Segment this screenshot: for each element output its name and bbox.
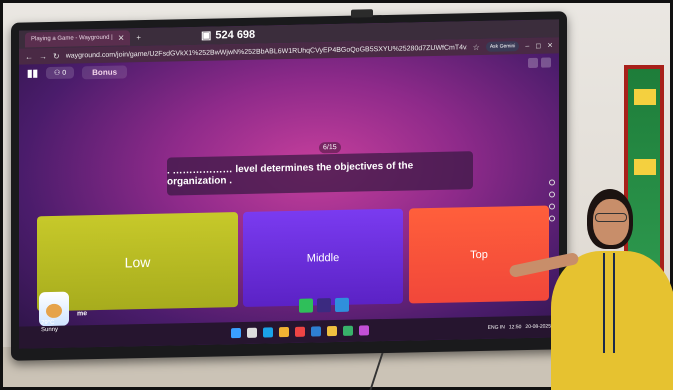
powerup-icon[interactable] bbox=[335, 297, 349, 313]
powerup-icon[interactable] bbox=[317, 298, 331, 313]
answer-option-middle[interactable]: Middle bbox=[243, 208, 403, 307]
question-progress: 6/15 bbox=[319, 141, 341, 154]
search-icon[interactable] bbox=[247, 327, 257, 338]
app-icon[interactable] bbox=[295, 326, 305, 337]
powerup-icon[interactable] bbox=[299, 298, 313, 313]
folder-icon[interactable] bbox=[327, 325, 337, 337]
weather-widget[interactable]: 29°C Sunny bbox=[41, 320, 58, 334]
windows-taskbar: 29°C Sunny ENG IN 12:50 20-08-2025 bbox=[19, 315, 559, 349]
answer-options: Low Middle Top bbox=[37, 205, 559, 312]
edge-icon[interactable] bbox=[263, 327, 273, 338]
maximize-icon[interactable]: ◻ bbox=[535, 42, 541, 50]
bonus-label: Bonus bbox=[82, 64, 128, 79]
join-code: 524 698 bbox=[215, 28, 256, 42]
weather-desc: Sunny bbox=[41, 326, 59, 334]
tab-title: Playing a Game - Wayground | bbox=[31, 34, 113, 43]
browser-tab[interactable]: Playing a Game - Wayground | ✕ bbox=[25, 29, 131, 48]
language-indicator[interactable]: ENG IN bbox=[488, 324, 505, 330]
smart-board-monitor: Playing a Game - Wayground | ✕ + ▣ 524 6… bbox=[11, 9, 567, 361]
tool-icon[interactable] bbox=[549, 179, 555, 186]
windows-start-icon[interactable] bbox=[231, 328, 241, 339]
player-name: me bbox=[77, 310, 88, 318]
minimize-icon[interactable]: – bbox=[525, 42, 529, 49]
app-icon[interactable] bbox=[359, 325, 369, 336]
user-icon: ⚇ bbox=[54, 69, 63, 77]
glasses bbox=[595, 213, 627, 222]
ask-gemini-button[interactable]: Ask Gemini bbox=[485, 41, 520, 52]
power-ups bbox=[299, 297, 349, 313]
system-tray: ENG IN 12:50 20-08-2025 bbox=[488, 324, 551, 331]
answer-option-top[interactable]: Top bbox=[409, 205, 549, 304]
reload-icon[interactable]: ↻ bbox=[53, 51, 60, 60]
taskbar-apps bbox=[231, 325, 369, 339]
webcam bbox=[351, 9, 373, 18]
plus-icon[interactable]: + bbox=[136, 33, 141, 42]
classroom-photo: Playing a Game - Wayground | ✕ + ▣ 524 6… bbox=[0, 0, 673, 390]
board-note bbox=[634, 159, 656, 175]
star-icon[interactable]: ☆ bbox=[473, 43, 480, 52]
wayground-logo: ▮▮ bbox=[27, 67, 39, 79]
id-lanyard bbox=[603, 253, 615, 353]
score-badge: ⚇ 0 bbox=[46, 66, 75, 80]
window-close-icon[interactable]: ✕ bbox=[547, 41, 553, 49]
board-note bbox=[634, 89, 656, 105]
fullscreen-icon[interactable] bbox=[541, 57, 551, 68]
header-controls bbox=[528, 57, 551, 68]
menu-icon[interactable] bbox=[528, 57, 538, 68]
app-icon[interactable] bbox=[311, 326, 321, 337]
score-value: 0 bbox=[62, 69, 67, 77]
question-text: . ……………… level determines the objectives… bbox=[167, 151, 473, 196]
student-presenter bbox=[508, 189, 673, 390]
monitor-screen: Playing a Game - Wayground | ✕ + ▣ 524 6… bbox=[19, 19, 559, 349]
back-icon[interactable]: ← bbox=[25, 52, 33, 61]
app-icon[interactable] bbox=[343, 325, 353, 336]
face bbox=[593, 199, 629, 245]
forward-icon[interactable]: → bbox=[39, 52, 47, 61]
join-code-overlay: ▣ 524 698 bbox=[201, 28, 255, 42]
display-icon: ▣ bbox=[201, 29, 212, 42]
close-icon[interactable]: ✕ bbox=[118, 33, 125, 42]
chrome-icon[interactable] bbox=[279, 327, 289, 338]
clock-time[interactable]: 12:50 bbox=[509, 324, 522, 330]
